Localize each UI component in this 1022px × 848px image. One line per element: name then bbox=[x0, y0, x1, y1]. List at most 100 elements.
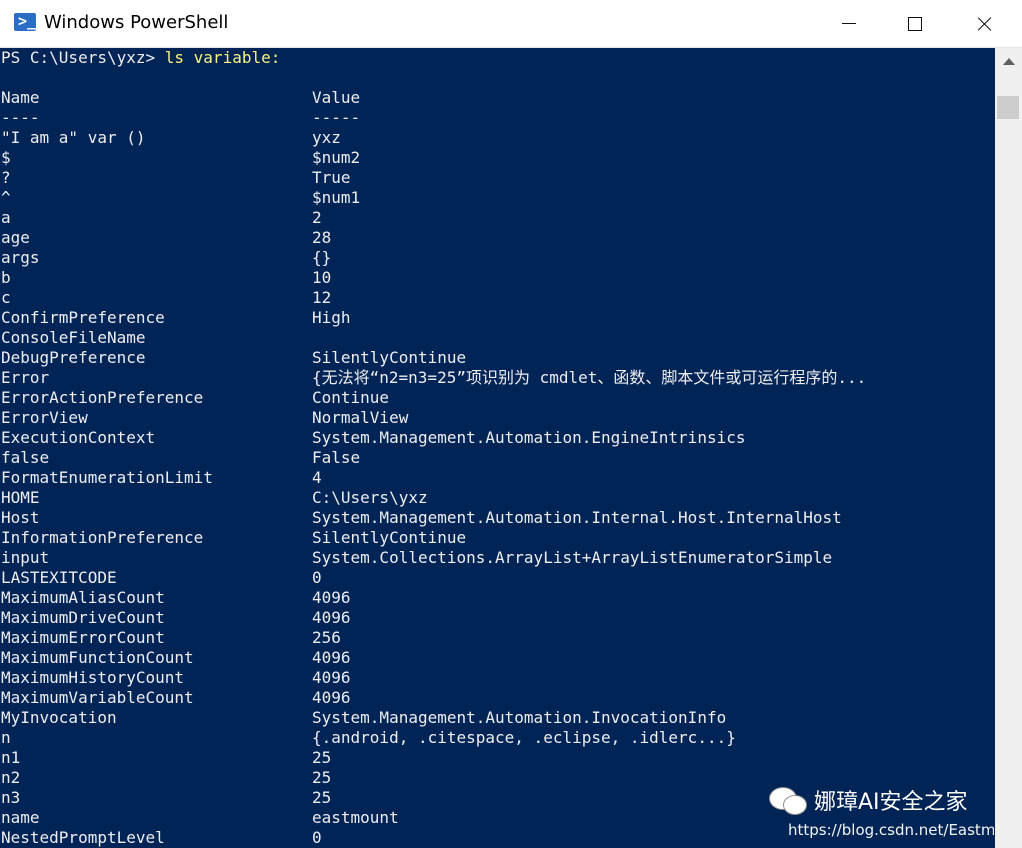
column-header-name: Name bbox=[1, 88, 40, 107]
table-row: HOME C:\Users\yxz bbox=[1, 488, 428, 508]
table-row: c 12 bbox=[1, 288, 331, 308]
table-row: ? True bbox=[1, 168, 351, 188]
variable-name: age bbox=[1, 228, 30, 247]
table-row: InformationPreference SilentlyContinue bbox=[1, 528, 466, 548]
variable-name: b bbox=[1, 268, 11, 287]
variable-value: 4096 bbox=[312, 668, 351, 687]
variable-name: args bbox=[1, 248, 40, 267]
table-row: name eastmount bbox=[1, 808, 399, 828]
close-button[interactable] bbox=[962, 0, 1008, 47]
variable-name: ErrorActionPreference bbox=[1, 388, 204, 407]
variable-name: DebugPreference bbox=[1, 348, 146, 367]
variable-name: n2 bbox=[1, 768, 21, 787]
table-row: MaximumVariableCount 4096 bbox=[1, 688, 351, 708]
variable-name: input bbox=[1, 548, 50, 567]
variable-name: ? bbox=[1, 168, 11, 187]
table-row: MaximumDriveCount 4096 bbox=[1, 608, 351, 628]
table-row: MaximumErrorCount 256 bbox=[1, 628, 341, 648]
table-separator: ---- ----- bbox=[1, 108, 360, 128]
column-header-value: Value bbox=[312, 88, 361, 107]
variable-value: {} bbox=[312, 248, 332, 267]
table-row: age 28 bbox=[1, 228, 331, 248]
variable-value: 25 bbox=[312, 748, 332, 767]
variable-value: SilentlyContinue bbox=[312, 528, 467, 547]
title-bar[interactable]: >_ Windows PowerShell bbox=[0, 0, 1022, 48]
watermark: 娜璋AI安全之家 bbox=[768, 785, 968, 815]
variable-name: InformationPreference bbox=[1, 528, 204, 547]
table-row: a2 bbox=[1, 208, 322, 228]
variable-value: 4096 bbox=[312, 648, 351, 667]
table-row: n1 25 bbox=[1, 748, 331, 768]
variable-name: $ bbox=[1, 148, 11, 167]
table-row: Host System.Management.Automation.Interna… bbox=[1, 508, 842, 528]
variable-name: FormatEnumerationLimit bbox=[1, 468, 213, 487]
powershell-icon-glyph: >_ bbox=[18, 12, 37, 30]
table-row: ConsoleFileName bbox=[1, 328, 146, 348]
variable-name: "I am a" var () bbox=[1, 128, 146, 147]
table-row: Error {无法将“n2=n3=25”项识别为 cmdlet、函数、脚本文件或可… bbox=[1, 368, 866, 388]
table-row: n2 25 bbox=[1, 768, 331, 788]
separator-name: ---- bbox=[1, 108, 40, 127]
variable-value: Continue bbox=[312, 388, 390, 407]
table-row: $ $num2 bbox=[1, 148, 360, 168]
variable-value: System.Management.Automation.Internal.Ho… bbox=[312, 508, 842, 527]
variable-value: 4096 bbox=[312, 608, 351, 627]
command-text: ls variable: bbox=[164, 48, 281, 67]
powershell-window: >_ Windows PowerShell PS C:\Users\yxz> l… bbox=[0, 0, 1022, 848]
table-row: MaximumHistoryCount 4096 bbox=[1, 668, 351, 688]
table-row: MaximumAliasCount 4096 bbox=[1, 588, 351, 608]
variable-value: {无法将“n2=n3=25”项识别为 cmdlet、函数、脚本文件或可运行程序的… bbox=[312, 368, 867, 387]
scroll-up-arrow-icon[interactable] bbox=[1003, 58, 1015, 65]
variable-value: True bbox=[312, 168, 351, 187]
table-row: MyInvocation System.Management.Automation… bbox=[1, 708, 726, 728]
scrollbar-thumb[interactable] bbox=[997, 96, 1019, 119]
variable-name: ExecutionContext bbox=[1, 428, 156, 447]
variable-name: MaximumVariableCount bbox=[1, 688, 194, 707]
variable-name: a bbox=[1, 208, 11, 227]
table-row: args {} bbox=[1, 248, 331, 268]
watermark-url: https://blog.csdn.net/Eastmou bbox=[788, 821, 994, 839]
table-row: DebugPreference SilentlyContinue bbox=[1, 348, 466, 368]
variable-name: MaximumHistoryCount bbox=[1, 668, 185, 687]
variable-value: 10 bbox=[312, 268, 332, 287]
variable-value: $num1 bbox=[312, 188, 361, 207]
variable-name: HOME bbox=[1, 488, 40, 507]
variable-name: ConfirmPreference bbox=[1, 308, 165, 327]
watermark-text: 娜璋AI安全之家 bbox=[814, 790, 968, 815]
variable-name: name bbox=[1, 808, 40, 827]
maximize-icon bbox=[908, 16, 922, 31]
variable-value: 4096 bbox=[312, 688, 351, 707]
powershell-icon[interactable]: >_ bbox=[14, 12, 37, 31]
table-row: ^ $num1 bbox=[1, 188, 360, 208]
table-row: FormatEnumerationLimit 4 bbox=[1, 468, 322, 488]
variable-name: MaximumFunctionCount bbox=[1, 648, 194, 667]
table-row: n {.android, .citespace, .eclipse, .idler… bbox=[1, 728, 736, 748]
variable-name: MaximumAliasCount bbox=[1, 588, 165, 607]
table-row: MaximumFunctionCount 4096 bbox=[1, 648, 351, 668]
variable-name: LASTEXITCODE bbox=[1, 568, 117, 587]
variable-value: $num2 bbox=[312, 148, 361, 167]
variable-value: 2 bbox=[312, 208, 322, 227]
prompt-line: PS C:\Users\yxz> ls variable: bbox=[1, 48, 280, 68]
variable-name: c bbox=[1, 288, 11, 307]
minimize-button[interactable] bbox=[826, 0, 872, 47]
variable-name: NestedPromptLevel bbox=[1, 828, 165, 847]
variable-value: 12 bbox=[312, 288, 332, 307]
wechat-icon bbox=[768, 785, 808, 815]
variable-value: 28 bbox=[312, 228, 332, 247]
variable-name: MaximumDriveCount bbox=[1, 608, 165, 627]
separator-value: ----- bbox=[312, 108, 361, 127]
variable-name: n bbox=[1, 728, 11, 747]
variable-name: MyInvocation bbox=[1, 708, 117, 727]
variable-value: 25 bbox=[312, 788, 332, 807]
variable-value: High bbox=[312, 308, 351, 327]
prompt-text: PS C:\Users\yxz> bbox=[1, 48, 165, 67]
table-row: "I am a" var () yxz bbox=[1, 128, 341, 148]
table-row: false False bbox=[1, 448, 360, 468]
vertical-scrollbar[interactable] bbox=[995, 48, 1022, 848]
variable-value: C:\Users\yxz bbox=[312, 488, 428, 507]
maximize-button[interactable] bbox=[892, 0, 938, 47]
console-output[interactable]: PS C:\Users\yxz> ls variable: Name Value … bbox=[0, 48, 995, 848]
variable-name: ErrorView bbox=[1, 408, 88, 427]
variable-name: Host bbox=[1, 508, 40, 527]
